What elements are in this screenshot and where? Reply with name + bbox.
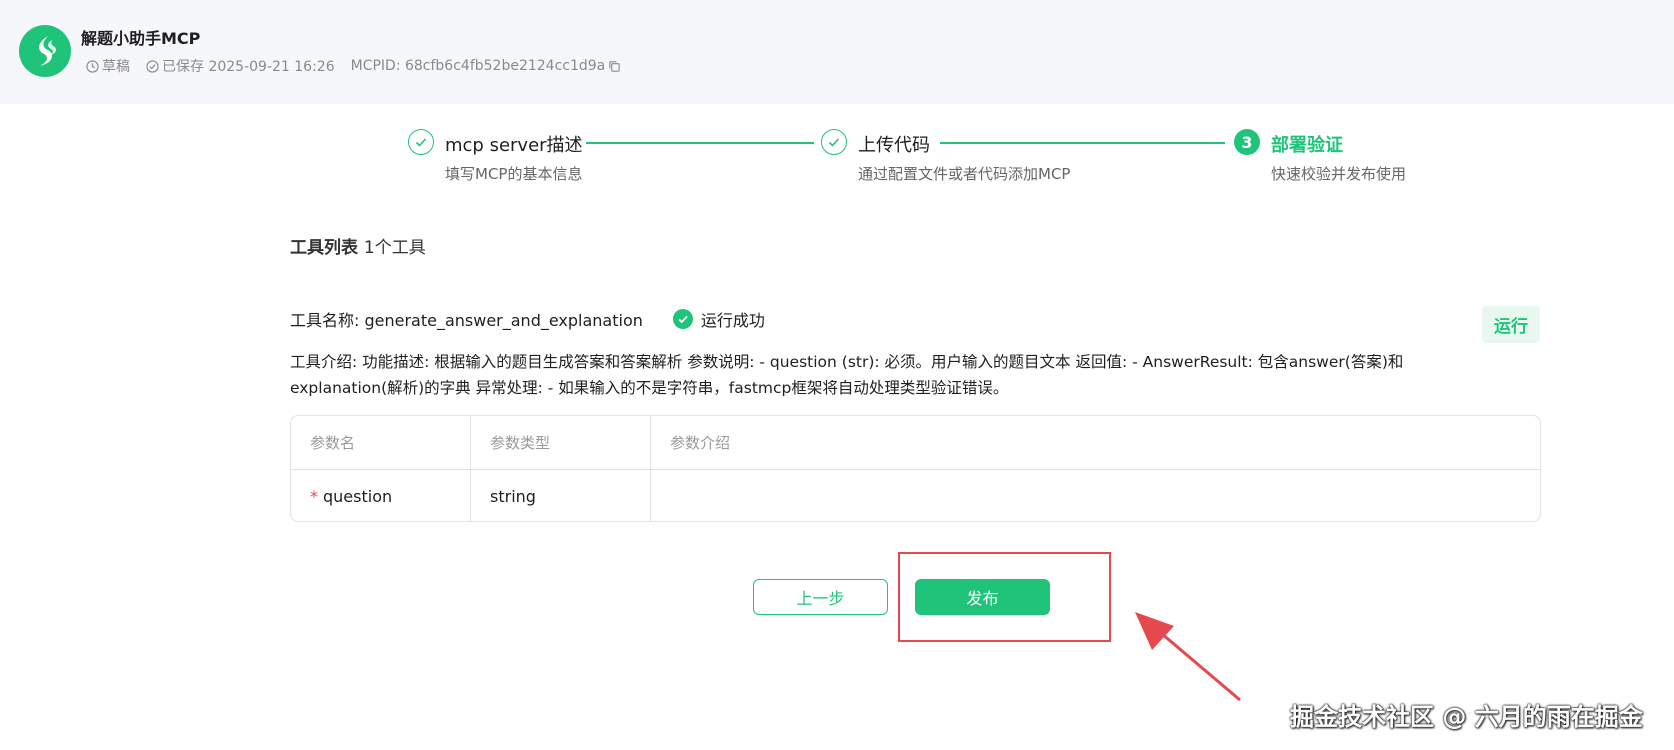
step-1-title: mcp server描述	[445, 135, 583, 156]
annotation-arrow-icon	[1135, 612, 1241, 702]
param-type: string	[471, 470, 651, 521]
run-status: 运行成功	[672, 307, 765, 331]
saved-label: 已保存 2025-09-21 16:26	[162, 59, 335, 75]
run-button[interactable]: 运行	[1482, 306, 1540, 343]
param-desc	[651, 470, 1540, 521]
step-2-title: 上传代码	[858, 135, 930, 156]
app-title: 解题小助手MCP	[81, 29, 201, 48]
table-header: 参数名 参数类型 参数介绍	[291, 416, 1540, 469]
page-header: 解题小助手MCP 草稿 已保存 2025-09-21 16:26 MCPID: …	[0, 0, 1674, 104]
mcpid-label: MCPID: 68cfb6c4fb52be2124cc1d9a	[350, 58, 606, 74]
param-name-cell: * question	[291, 470, 471, 521]
draft-status: 草稿	[86, 56, 130, 76]
watermark: 掘金技术社区 @ 六月的雨在掘金	[1290, 703, 1643, 731]
saved-status: 已保存 2025-09-21 16:26	[146, 56, 335, 76]
mcpid: MCPID: 68cfb6c4fb52be2124cc1d9a	[351, 58, 625, 74]
header-param-name: 参数名	[291, 416, 471, 469]
step-1-desc: 填写MCP的基本信息	[445, 165, 583, 183]
required-marker: *	[310, 486, 318, 506]
tool-name: 工具名称: generate_answer_and_explanation	[290, 311, 643, 330]
step-connector-1	[586, 142, 814, 144]
prev-step-button[interactable]: 上一步	[753, 579, 888, 615]
tool-count: 1个工具	[363, 238, 426, 258]
check-circle-icon	[146, 59, 159, 73]
step-connector-2	[940, 142, 1225, 144]
step-2-desc: 通过配置文件或者代码添加MCP	[858, 165, 1071, 183]
meta-info: 草稿 已保存 2025-09-21 16:26 MCPID: 68cfb6c4f…	[86, 56, 640, 76]
tool-description: 工具介绍: 功能描述: 根据输入的题目生成答案和答案解析 参数说明: - que…	[290, 353, 1404, 397]
tool-name-row: 工具名称: generate_answer_and_explanation 运行…	[290, 307, 765, 331]
table-row: * question string	[291, 469, 1540, 521]
step-3-title: 部署验证	[1271, 135, 1343, 156]
run-status-label: 运行成功	[700, 311, 765, 330]
header-param-desc: 参数介绍	[670, 434, 731, 452]
annotation-highlight-box	[898, 552, 1111, 642]
step-3-desc: 快速校验并发布使用	[1271, 165, 1407, 183]
params-table: 参数名 参数类型 参数介绍 * question string	[290, 415, 1541, 522]
draft-label: 草稿	[102, 59, 130, 75]
tool-list-title: 工具列表 1个工具	[290, 233, 426, 258]
step-3-number: 3	[1234, 129, 1260, 155]
success-check-icon	[672, 309, 693, 329]
step-2-check-icon	[821, 129, 847, 155]
param-name: question	[323, 486, 393, 506]
step-1-check-icon	[408, 129, 434, 155]
copy-icon[interactable]	[608, 60, 621, 73]
header-param-type: 参数类型	[471, 416, 651, 469]
app-logo	[19, 25, 71, 77]
clock-icon	[86, 59, 99, 73]
tool-list-label: 工具列表	[290, 238, 358, 258]
